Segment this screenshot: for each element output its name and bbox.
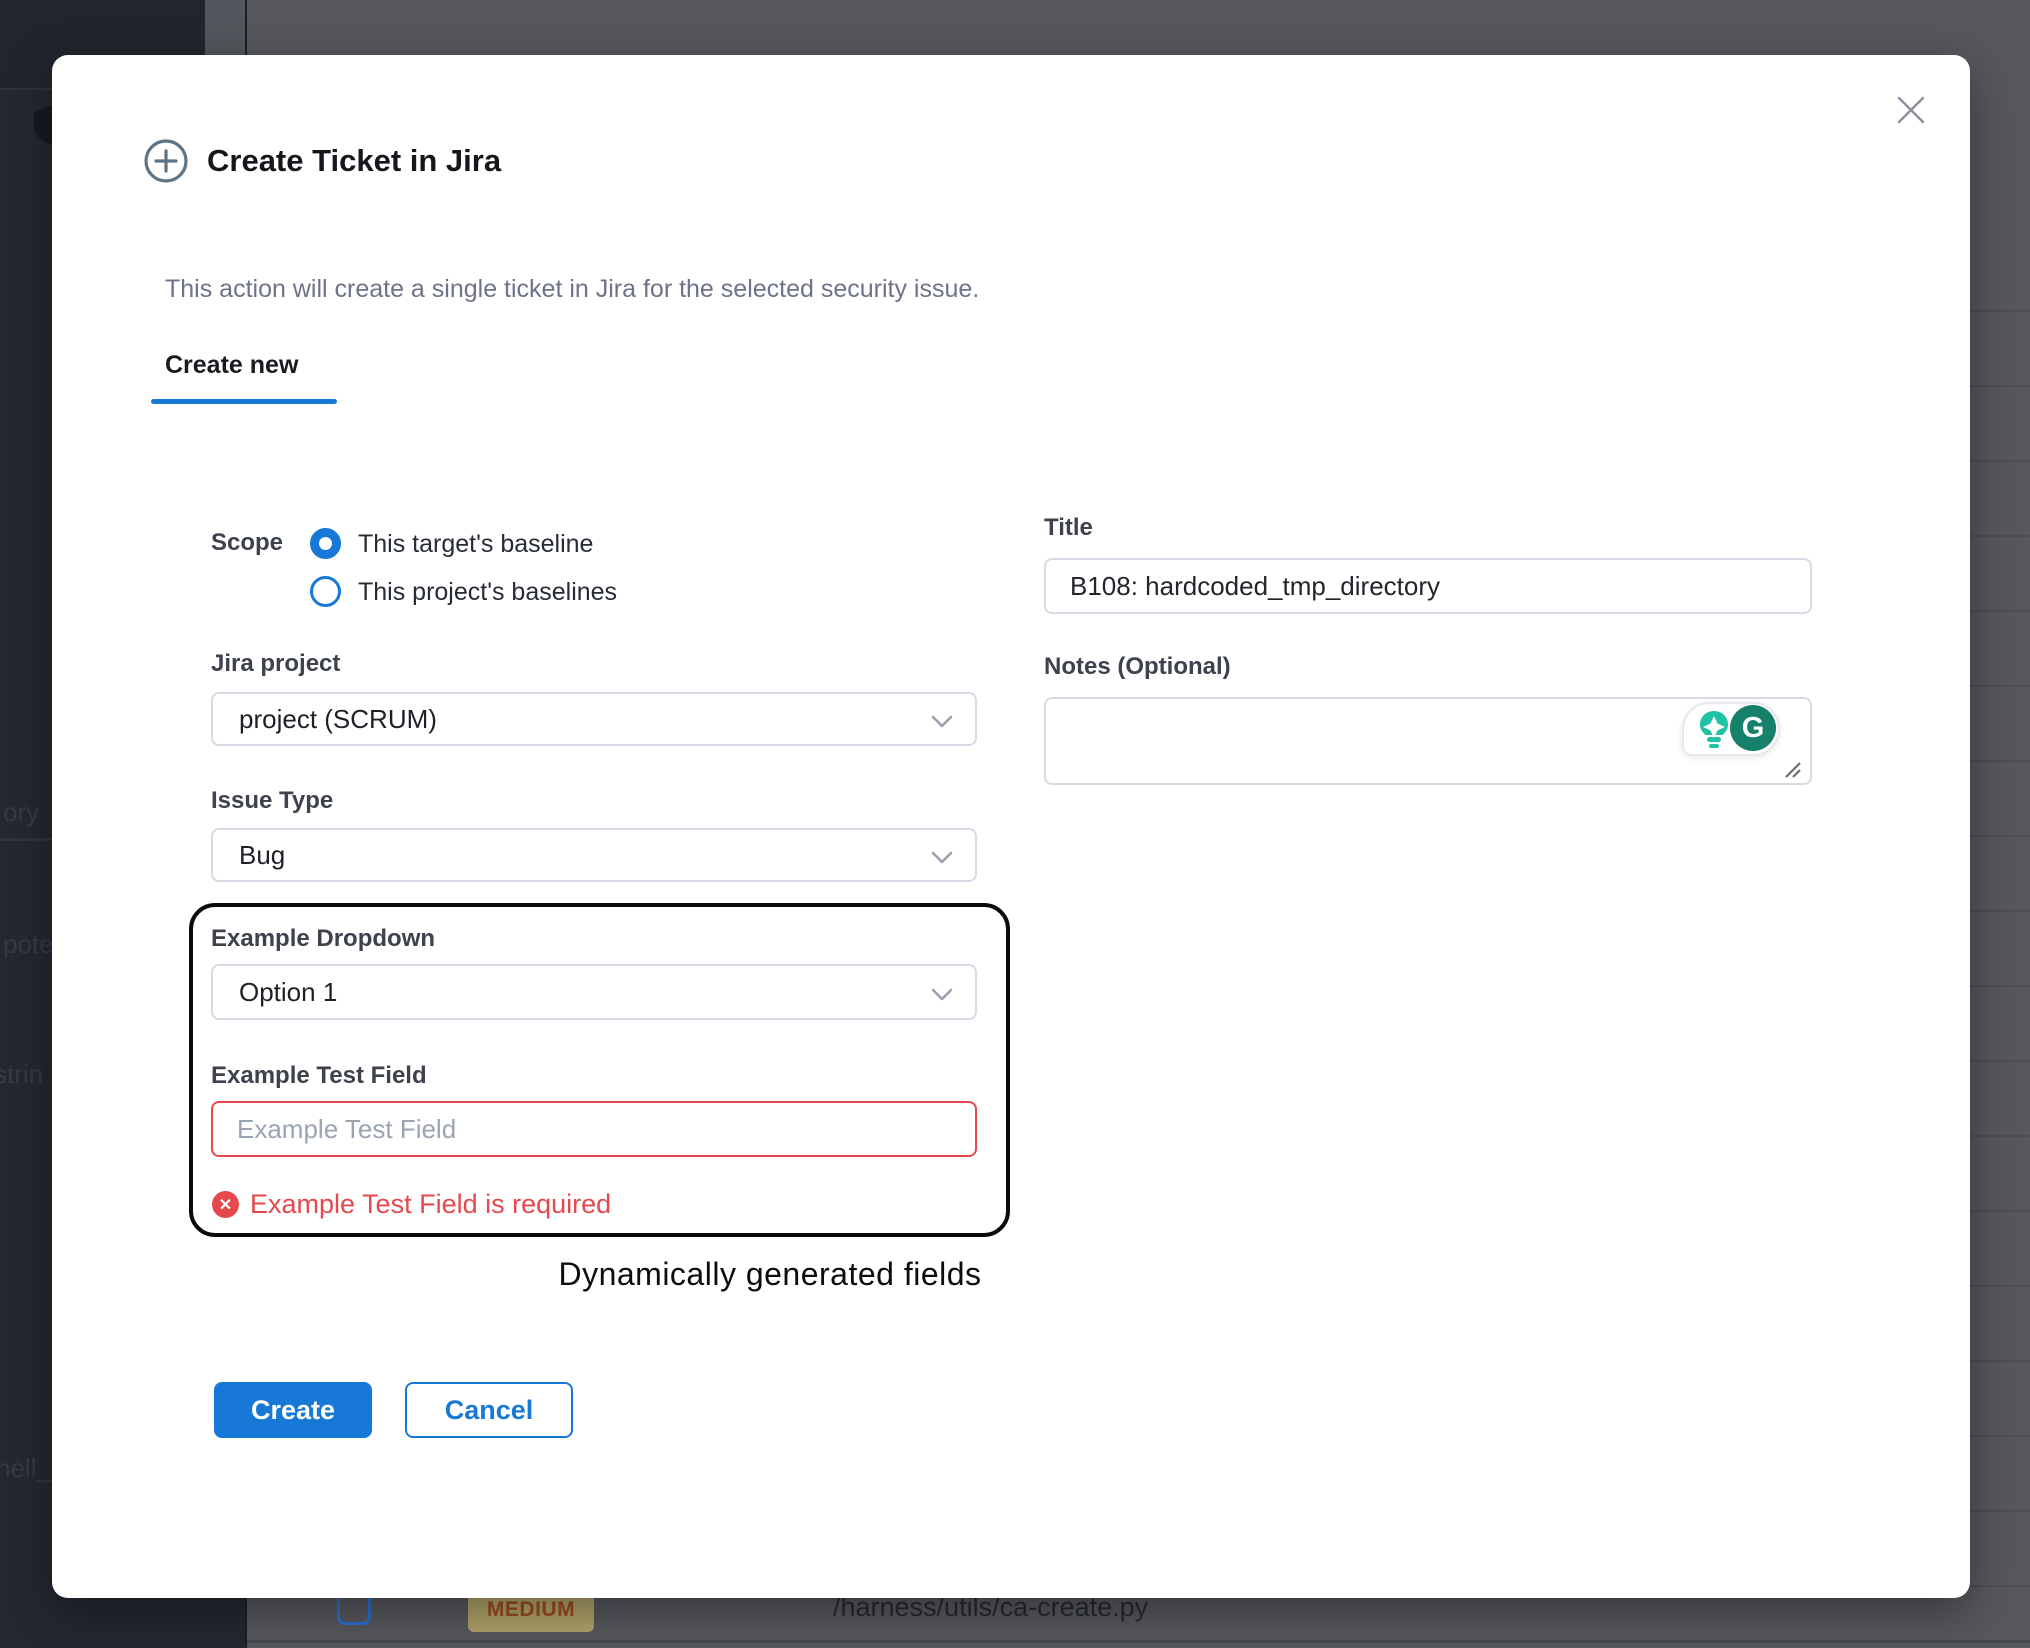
example-test-field-label: Example Test Field — [211, 1062, 427, 1090]
radio-project-baselines[interactable] — [310, 576, 341, 607]
clipped-table-text: hell_ — [0, 1453, 51, 1484]
error-circle-x-icon: ✕ — [212, 1191, 239, 1218]
close-icon[interactable] — [1897, 96, 1925, 124]
jira-project-label: Jira project — [211, 650, 340, 678]
title-label: Title — [1044, 514, 1093, 542]
clipped-table-text: pote — [3, 929, 54, 960]
active-tab-underline — [151, 399, 337, 404]
issue-type-label: Issue Type — [211, 787, 333, 815]
clipped-table-text: strin — [0, 1059, 43, 1090]
radio-project-baselines-label[interactable]: This project's baselines — [358, 578, 617, 607]
scope-label: Scope — [211, 529, 283, 557]
modal-title: Create Ticket in Jira — [207, 143, 501, 179]
modal-description: This action will create a single ticket … — [165, 275, 979, 304]
header-strip — [205, 0, 245, 55]
example-dropdown-select[interactable]: Option 1 — [211, 964, 977, 1020]
example-test-field-input[interactable] — [211, 1101, 977, 1157]
resize-handle-icon[interactable] — [1782, 759, 1802, 779]
notes-label: Notes (Optional) — [1044, 653, 1231, 681]
table-row-divider — [247, 1640, 2030, 1643]
example-dropdown-label: Example Dropdown — [211, 925, 435, 953]
clipped-table-text: ory — [3, 797, 39, 828]
plus-circle-icon — [143, 138, 189, 184]
cancel-button[interactable]: Cancel — [405, 1382, 573, 1438]
grammarly-logo-icon[interactable]: G — [1730, 705, 1776, 751]
issue-type-value: Bug — [239, 830, 285, 880]
issue-type-select[interactable]: Bug — [211, 828, 977, 882]
jira-project-value: project (SCRUM) — [239, 694, 437, 744]
example-dropdown-value: Option 1 — [239, 966, 337, 1018]
radio-target-baseline-label[interactable]: This target's baseline — [358, 530, 593, 559]
error-message: Example Test Field is required — [250, 1189, 611, 1220]
chevron-down-icon — [931, 988, 953, 1001]
radio-target-baseline[interactable] — [310, 528, 341, 559]
tab-create-new[interactable]: Create new — [165, 351, 298, 380]
annotation-caption: Dynamically generated fields — [472, 1256, 1068, 1293]
create-button[interactable]: Create — [214, 1382, 372, 1438]
chevron-down-icon — [931, 851, 953, 864]
chevron-down-icon — [931, 715, 953, 728]
create-ticket-modal: Create Ticket in Jira This action will c… — [52, 55, 1970, 1598]
jira-project-select[interactable]: project (SCRUM) — [211, 692, 977, 746]
screen: MEDIUM /harness/utils/ca-create.py ory p… — [0, 0, 2030, 1648]
title-input[interactable] — [1044, 558, 1812, 614]
